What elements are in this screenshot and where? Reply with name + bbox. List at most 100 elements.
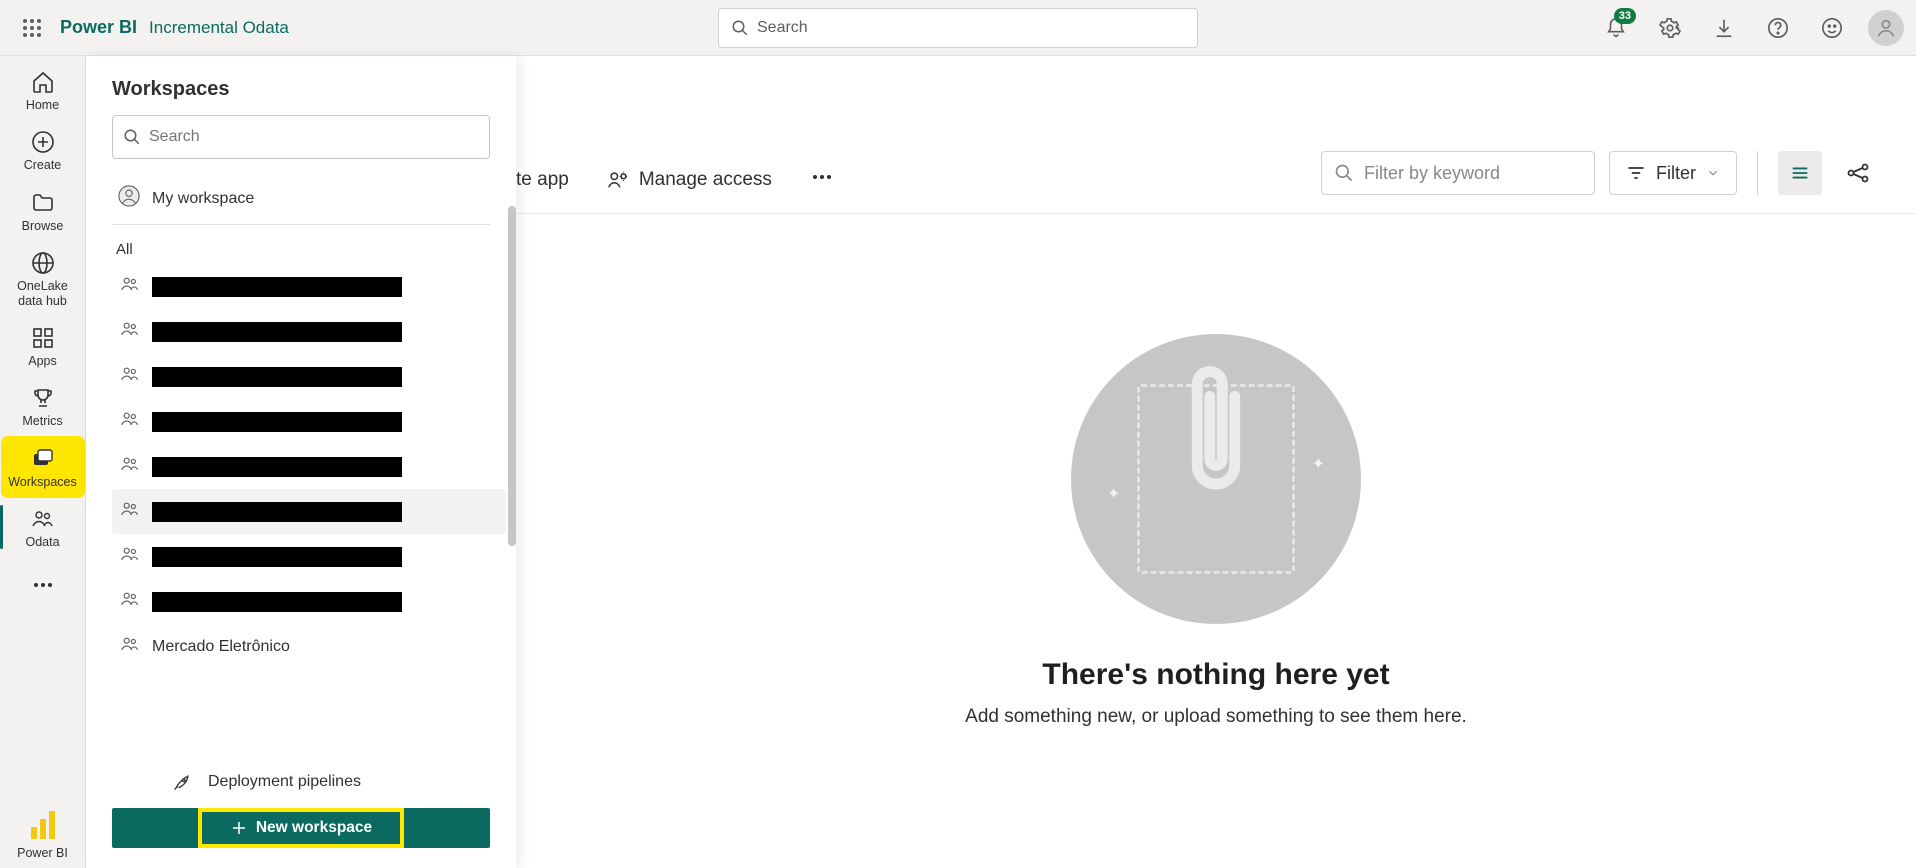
nav-powerbi-link[interactable]: Power BI [4, 798, 82, 866]
empty-state: ✦ ✦ There's nothing here yet Add somethi… [516, 214, 1916, 728]
filter-icon [1626, 163, 1646, 183]
help-icon [1767, 17, 1789, 39]
empty-subtitle: Add something new, or upload something t… [965, 706, 1467, 728]
lineage-view-button[interactable] [1836, 151, 1880, 195]
brand-label[interactable]: Power BI [60, 17, 137, 38]
nav-home-label: Home [26, 98, 59, 112]
person-icon [1875, 17, 1897, 39]
manage-access-button[interactable]: Manage access [607, 169, 772, 191]
flyout-title: Workspaces [86, 56, 516, 115]
search-icon [123, 128, 141, 146]
new-workspace-label: New workspace [256, 819, 372, 837]
lineage-icon [1846, 161, 1870, 185]
nav-apps-label: Apps [28, 354, 57, 368]
toolbar-right: Filter by keyword Filter [1321, 151, 1880, 195]
header-right: 33 [1598, 10, 1904, 46]
group-icon [120, 634, 140, 659]
nav-onelake[interactable]: OneLake data hub [4, 243, 82, 314]
nav-workspaces[interactable]: Workspaces [4, 439, 82, 495]
nav-apps[interactable]: Apps [4, 318, 82, 374]
powerbi-icon [23, 806, 63, 846]
create-app-button-partial[interactable]: te app [516, 169, 569, 191]
gear-icon [1659, 17, 1681, 39]
toolbar-more-button[interactable] [810, 165, 834, 195]
app-launcher-button[interactable] [12, 8, 52, 48]
manage-access-label: Manage access [639, 169, 772, 191]
plus-circle-icon [31, 130, 55, 154]
workspace-item[interactable] [112, 309, 506, 354]
workspace-subtitle[interactable]: Incremental Odata [149, 18, 289, 38]
nav-workspaces-label: Workspaces [8, 475, 77, 489]
nav-powerbi-label: Power BI [17, 846, 68, 860]
nav-create[interactable]: Create [4, 122, 82, 178]
help-button[interactable] [1760, 10, 1796, 46]
scrollbar[interactable] [508, 264, 516, 546]
workspace-search-input[interactable] [149, 128, 479, 146]
group-icon [120, 409, 140, 434]
toolbar-left-partial: te app Manage access [516, 165, 834, 195]
filter-keyword-placeholder: Filter by keyword [1364, 163, 1500, 184]
redacted-workspace-name [152, 367, 402, 387]
group-icon [31, 507, 55, 531]
feedback-button[interactable] [1814, 10, 1850, 46]
deployment-pipelines-link[interactable]: Deployment pipelines [112, 762, 490, 808]
nav-create-label: Create [24, 158, 62, 172]
list-view-toggle[interactable] [1778, 151, 1822, 195]
nav-metrics[interactable]: Metrics [4, 378, 82, 434]
list-icon [1789, 162, 1811, 184]
smiley-icon [1821, 17, 1843, 39]
empty-illustration: ✦ ✦ [1071, 334, 1361, 624]
workspace-item[interactable] [112, 264, 506, 309]
workspace-list[interactable]: Mercado Eletrônico [86, 264, 516, 746]
redacted-workspace-name [152, 277, 402, 297]
nav-onelake-label: OneLake data hub [4, 279, 82, 308]
plus-icon [230, 819, 248, 837]
redacted-workspace-name [152, 322, 402, 342]
workspace-item[interactable] [112, 444, 506, 489]
workspace-item[interactable] [112, 579, 506, 624]
separator [1757, 151, 1758, 195]
settings-button[interactable] [1652, 10, 1688, 46]
group-icon [120, 544, 140, 569]
nav-odata-workspace[interactable]: Odata [4, 499, 82, 555]
nav-rail: Home Create Browse OneLake data hub Apps… [0, 56, 86, 868]
global-search[interactable]: Search [718, 8, 1198, 48]
group-icon [120, 364, 140, 389]
nav-more[interactable] [4, 559, 82, 615]
workspace-item[interactable]: Mercado Eletrônico [112, 624, 506, 669]
group-icon [120, 274, 140, 299]
global-search-placeholder: Search [757, 19, 808, 37]
filter-keyword-input[interactable]: Filter by keyword [1321, 151, 1595, 195]
all-workspaces-heading: All [86, 225, 516, 264]
globe-icon [31, 251, 55, 275]
nav-browse-label: Browse [22, 219, 64, 233]
nav-metrics-label: Metrics [22, 414, 62, 428]
group-icon [120, 454, 140, 479]
people-settings-icon [607, 169, 629, 191]
notifications-button[interactable]: 33 [1598, 10, 1634, 46]
redacted-workspace-name [152, 502, 402, 522]
download-button[interactable] [1706, 10, 1742, 46]
new-workspace-button[interactable]: New workspace [112, 808, 490, 848]
search-icon [731, 19, 749, 37]
workspace-item[interactable] [112, 399, 506, 444]
group-icon [120, 319, 140, 344]
workspaces-flyout: Workspaces My workspace All [86, 56, 516, 868]
redacted-workspace-name [152, 547, 402, 567]
filter-dropdown-button[interactable]: Filter [1609, 151, 1737, 195]
download-icon [1713, 17, 1735, 39]
rocket-icon [172, 772, 192, 792]
my-workspace-item[interactable]: My workspace [112, 173, 490, 225]
workspace-item[interactable] [112, 534, 506, 579]
nav-home[interactable]: Home [4, 62, 82, 118]
chevron-down-icon [1706, 166, 1720, 180]
nav-browse[interactable]: Browse [4, 183, 82, 239]
workspace-item[interactable] [112, 489, 506, 534]
workspace-item[interactable] [112, 354, 506, 399]
main-content: te app Manage access Filter by keyword F… [516, 56, 1916, 868]
user-avatar[interactable] [1868, 10, 1904, 46]
nav-odata-label: Odata [25, 535, 59, 549]
workspace-search[interactable] [112, 115, 490, 159]
redacted-workspace-name [152, 457, 402, 477]
home-icon [31, 70, 55, 94]
